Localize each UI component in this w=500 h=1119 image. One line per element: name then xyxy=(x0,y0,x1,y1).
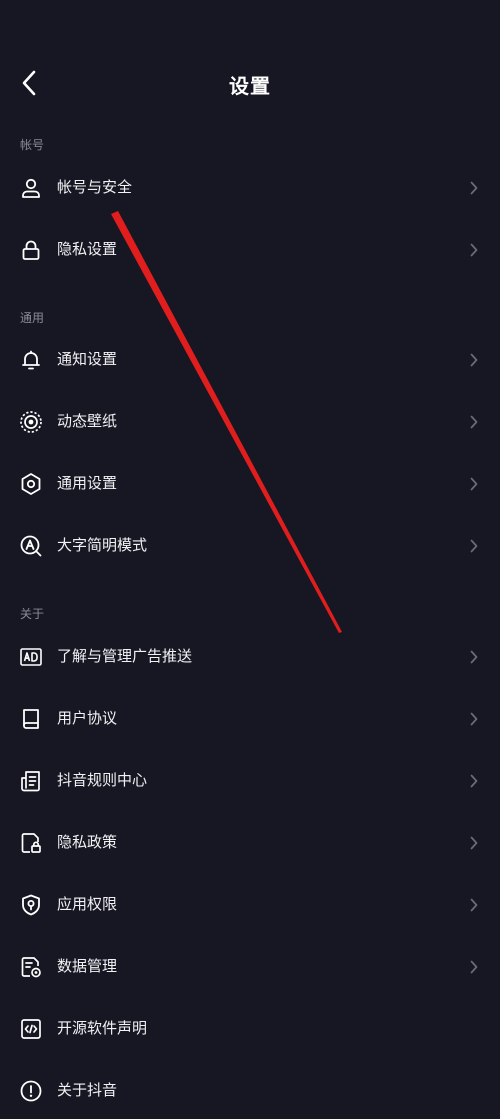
menu-item-user-agreement[interactable]: 用户协议 xyxy=(0,691,500,747)
code-icon xyxy=(19,1017,43,1041)
menu-item-account-security[interactable]: 帐号与安全 xyxy=(0,160,500,216)
ad-icon xyxy=(19,645,43,669)
lock-icon xyxy=(19,238,43,262)
chevron-right-icon xyxy=(468,413,480,431)
chevron-right-icon xyxy=(468,834,480,852)
section-title-general: 通用 xyxy=(20,311,45,325)
menu-item-label: 数据管理 xyxy=(57,957,118,975)
menu-item-general-settings[interactable]: 通用设置 xyxy=(0,456,500,512)
menu-item-notification-settings[interactable]: 通知设置 xyxy=(0,332,500,388)
chevron-right-icon xyxy=(468,648,480,666)
page-title: 设置 xyxy=(229,74,271,98)
menu-item-label: 隐私政策 xyxy=(57,833,118,851)
menu-item-large-text-mode[interactable]: 大字简明模式 xyxy=(0,518,500,574)
menu-item-ad-management[interactable]: 了解与管理广告推送 xyxy=(0,629,500,685)
menu-item-label: 隐私设置 xyxy=(57,240,118,258)
chevron-right-icon xyxy=(468,351,480,369)
menu-item-open-source[interactable]: 开源软件声明 xyxy=(0,1001,500,1057)
menu-item-label: 开源软件声明 xyxy=(57,1019,148,1037)
menu-item-label: 应用权限 xyxy=(57,895,118,913)
menu-item-label: 了解与管理广告推送 xyxy=(57,647,193,665)
menu-item-app-permissions[interactable]: 应用权限 xyxy=(0,877,500,933)
menu-item-privacy-settings[interactable]: 隐私设置 xyxy=(0,222,500,278)
menu-item-label: 大字简明模式 xyxy=(57,536,148,554)
chevron-right-icon xyxy=(468,772,480,790)
menu-item-label: 抖音规则中心 xyxy=(57,771,148,789)
live-wallpaper-icon xyxy=(19,410,43,434)
menu-item-label: 动态壁纸 xyxy=(57,412,118,430)
menu-item-data-management[interactable]: 数据管理 xyxy=(0,939,500,995)
info-icon xyxy=(19,1079,43,1103)
data-doc-icon xyxy=(19,955,43,979)
chevron-right-icon xyxy=(468,710,480,728)
top-bar: 设置 xyxy=(0,60,500,106)
gear-icon xyxy=(19,472,43,496)
section-title-about: 关于 xyxy=(20,607,45,621)
menu-item-label: 通知设置 xyxy=(57,350,118,368)
document-icon xyxy=(19,769,43,793)
menu-item-live-wallpaper[interactable]: 动态壁纸 xyxy=(0,394,500,450)
chevron-right-icon xyxy=(468,179,480,197)
menu-item-rules-center[interactable]: 抖音规则中心 xyxy=(0,753,500,809)
menu-item-privacy-policy[interactable]: 隐私政策 xyxy=(0,815,500,871)
chevron-right-icon xyxy=(468,241,480,259)
large-text-icon xyxy=(19,534,43,558)
chevron-right-icon xyxy=(468,537,480,555)
bell-icon xyxy=(19,348,43,372)
chevron-right-icon xyxy=(468,958,480,976)
menu-item-label: 用户协议 xyxy=(57,709,118,727)
menu-item-label: 关于抖音 xyxy=(57,1081,118,1099)
chevron-right-icon xyxy=(468,475,480,493)
menu-item-label: 通用设置 xyxy=(57,474,118,492)
chevron-right-icon xyxy=(468,896,480,914)
book-icon xyxy=(19,707,43,731)
privacy-doc-icon xyxy=(19,831,43,855)
user-icon xyxy=(19,176,43,200)
menu-item-label: 帐号与安全 xyxy=(57,178,133,196)
section-title-account: 帐号 xyxy=(20,138,45,152)
shield-icon xyxy=(19,893,43,917)
